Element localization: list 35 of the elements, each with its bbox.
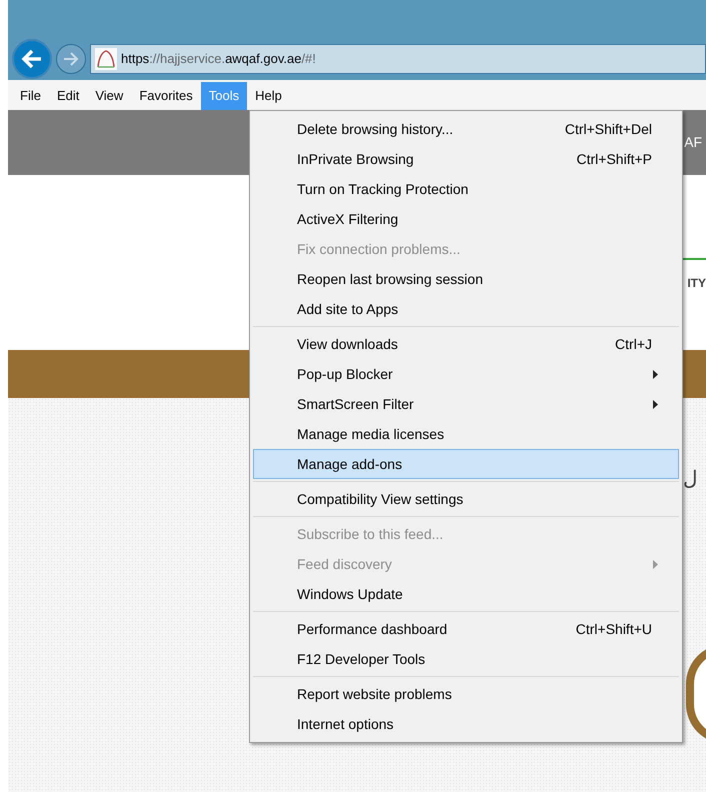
menu-item[interactable]: Manage add-ons	[253, 449, 679, 479]
menu-item[interactable]: Performance dashboard Ctrl+Shift+U	[253, 614, 679, 644]
menu-item[interactable]: Pop-up Blocker	[253, 359, 679, 389]
forward-arrow-icon	[63, 52, 79, 66]
site-logo-icon	[95, 48, 117, 70]
header-text: AF	[684, 133, 702, 152]
menu-item[interactable]: Internet options	[253, 709, 679, 739]
menu-item[interactable]: Add site to Apps	[253, 294, 679, 324]
menu-bar-item[interactable]: File	[12, 82, 49, 110]
menu-item[interactable]: F12 Developer Tools	[253, 644, 679, 674]
submenu-arrow-icon	[653, 560, 658, 568]
back-button[interactable]	[12, 39, 52, 79]
menu-bar-item[interactable]: View	[87, 82, 132, 110]
menu-item[interactable]: Manage media licenses	[253, 419, 679, 449]
menu-item[interactable]: Reopen last browsing session	[253, 264, 679, 294]
url-text: https://hajjservice.awqaf.gov.ae/#!	[121, 50, 316, 68]
menu-item[interactable]: Delete browsing history... Ctrl+Shift+Del	[253, 114, 679, 144]
menu-item[interactable]: InPrivate Browsing Ctrl+Shift+P	[253, 144, 679, 174]
back-arrow-icon	[21, 49, 43, 69]
menu-bar-item[interactable]: Edit	[48, 82, 88, 110]
menu-bar-item[interactable]: Help	[247, 82, 290, 110]
submenu-arrow-icon	[653, 400, 658, 408]
menu-item[interactable]: SmartScreen Filter	[253, 389, 679, 419]
submenu-arrow-icon	[653, 370, 658, 378]
forward-button[interactable]	[56, 44, 86, 74]
menu-bar-item[interactable]: Favorites	[131, 82, 201, 110]
arabic-text: ل	[683, 467, 699, 492]
menu-item[interactable]: View downloads Ctrl+J	[253, 329, 679, 359]
menu-item[interactable]: Report website problems	[253, 679, 679, 709]
menu-item[interactable]: Windows Update	[253, 579, 679, 609]
menu-item[interactable]: Compatibility View settings	[253, 484, 679, 514]
address-field[interactable]: https://hajjservice.awqaf.gov.ae/#!	[90, 44, 706, 74]
nav-text: ITY	[687, 275, 706, 292]
menu-item[interactable]: ActiveX Filtering	[253, 204, 679, 234]
menu-item[interactable]: Turn on Tracking Protection	[253, 174, 679, 204]
